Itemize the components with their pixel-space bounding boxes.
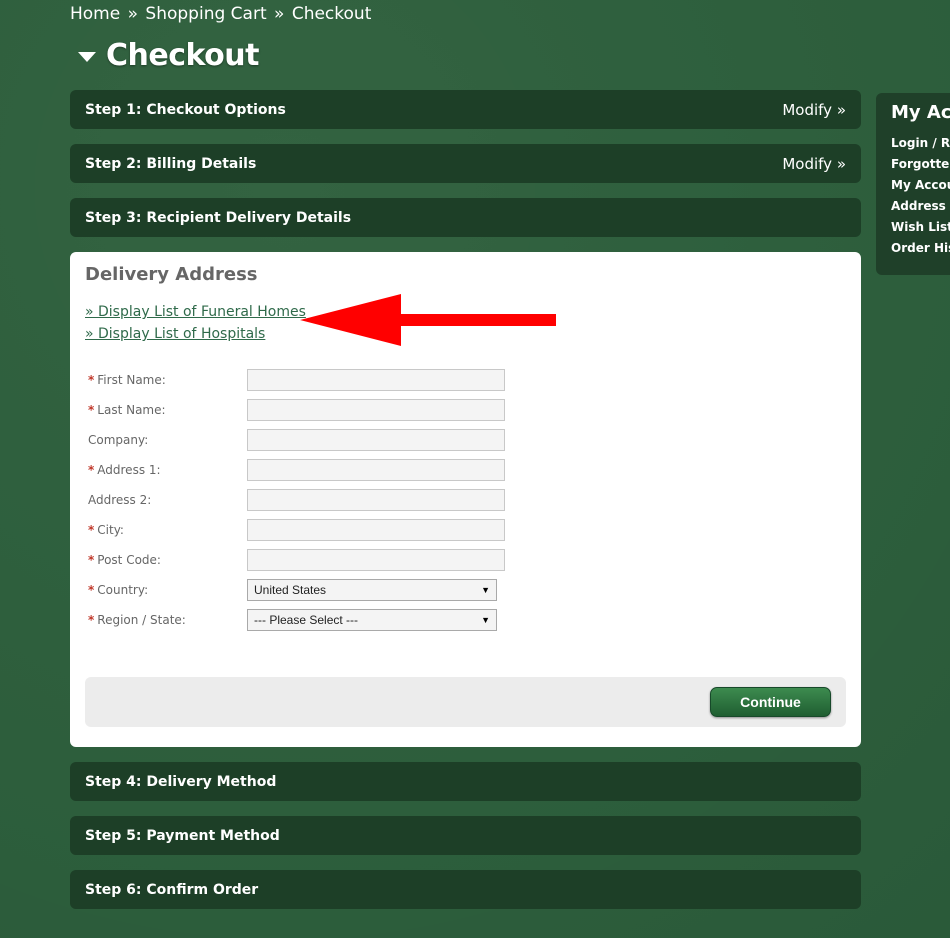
- address-2-row: Address 2:: [88, 489, 548, 511]
- step-5-bar: Step 5: Payment Method: [70, 816, 861, 855]
- breadcrumb: Home » Shopping Cart » Checkout: [70, 4, 371, 24]
- sidebar-title: My Account: [891, 102, 950, 123]
- account-sidebar: My Account Login / Register Forgotten Pa…: [876, 93, 950, 275]
- last-name-label-text: Last Name:: [97, 403, 166, 417]
- first-name-label-text: First Name:: [97, 373, 166, 387]
- sidebar-link-address-book[interactable]: Address Book: [891, 199, 950, 213]
- city-row: * City:: [88, 519, 548, 541]
- sidebar-link-order-history[interactable]: Order History: [891, 241, 950, 255]
- sidebar-link-my-account[interactable]: My Account: [891, 178, 950, 192]
- company-row: Company:: [88, 429, 548, 451]
- sidebar-item-forgotten-password[interactable]: Forgotten Password: [891, 157, 950, 178]
- step-5-label: Step 5: Payment Method: [85, 827, 280, 844]
- required-marker: *: [88, 373, 95, 387]
- last-name-input[interactable]: [247, 399, 505, 421]
- address-1-label-text: Address 1:: [97, 463, 161, 477]
- continue-button[interactable]: Continue: [710, 687, 831, 717]
- address-2-label-text: Address 2:: [88, 493, 152, 507]
- first-name-label: * First Name:: [88, 373, 247, 387]
- required-marker: *: [88, 523, 95, 537]
- page-title-row: Checkout: [78, 38, 259, 73]
- city-label: * City:: [88, 523, 247, 537]
- postcode-label-text: Post Code:: [97, 553, 161, 567]
- country-select[interactable]: United States ▼: [247, 579, 497, 601]
- step-1-label: Step 1: Checkout Options: [85, 101, 286, 118]
- company-label-text: Company:: [88, 433, 149, 447]
- step-2-bar[interactable]: Step 2: Billing Details Modify »: [70, 144, 861, 183]
- first-name-input[interactable]: [247, 369, 505, 391]
- step-6-label: Step 6: Confirm Order: [85, 881, 259, 898]
- step-2-modify-link[interactable]: Modify »: [782, 155, 846, 173]
- country-label-text: Country:: [97, 583, 149, 597]
- step-1-bar[interactable]: Step 1: Checkout Options Modify »: [70, 90, 861, 129]
- breadcrumb-shopping-cart[interactable]: Shopping Cart: [145, 4, 266, 24]
- breadcrumb-separator: »: [127, 4, 139, 24]
- red-arrow-icon: [300, 294, 556, 346]
- step-3-bar: Step 3: Recipient Delivery Details: [70, 198, 861, 237]
- country-row: * Country: United States ▼: [88, 579, 548, 601]
- address-1-input[interactable]: [247, 459, 505, 481]
- page-title: Checkout: [106, 38, 259, 73]
- sidebar-item-login[interactable]: Login / Register: [891, 136, 950, 157]
- required-marker: *: [88, 553, 95, 567]
- buttons-bar: Continue: [85, 677, 846, 727]
- required-marker: *: [88, 403, 95, 417]
- sidebar-item-my-account[interactable]: My Account: [891, 178, 950, 199]
- region-select-value: --- Please Select ---: [254, 613, 359, 627]
- sidebar-menu: Login / Register Forgotten Password My A…: [891, 136, 950, 262]
- region-row: * Region / State: --- Please Select --- ▼: [88, 609, 548, 631]
- sidebar-link-wish-list[interactable]: Wish List: [891, 220, 950, 234]
- country-select-value: United States: [254, 583, 327, 597]
- postcode-input[interactable]: [247, 549, 505, 571]
- breadcrumb-separator: »: [274, 4, 285, 24]
- company-label: Company:: [88, 433, 247, 447]
- sidebar-item-wish-list[interactable]: Wish List: [891, 220, 950, 241]
- required-marker: *: [88, 613, 95, 627]
- address-1-label: * Address 1:: [88, 463, 247, 477]
- required-marker: *: [88, 463, 95, 477]
- last-name-label: * Last Name:: [88, 403, 247, 417]
- address-2-input[interactable]: [247, 489, 505, 511]
- first-name-row: * First Name:: [88, 369, 548, 391]
- step-6-bar: Step 6: Confirm Order: [70, 870, 861, 909]
- address-2-label: Address 2:: [88, 493, 247, 507]
- step-1-modify-link[interactable]: Modify »: [782, 101, 846, 119]
- step-2-label: Step 2: Billing Details: [85, 155, 257, 172]
- step-4-label: Step 4: Delivery Method: [85, 773, 277, 790]
- postcode-label: * Post Code:: [88, 553, 247, 567]
- sidebar-link-forgotten-password[interactable]: Forgotten Password: [891, 157, 950, 171]
- required-marker: *: [88, 583, 95, 597]
- step-4-bar: Step 4: Delivery Method: [70, 762, 861, 801]
- caret-down-icon: [78, 51, 96, 62]
- sidebar-item-order-history[interactable]: Order History: [891, 241, 950, 262]
- postcode-row: * Post Code:: [88, 549, 548, 571]
- dropdown-arrow-icon: ▼: [481, 615, 490, 625]
- dropdown-arrow-icon: ▼: [481, 585, 490, 595]
- hospitals-link[interactable]: » Display List of Hospitals: [85, 326, 265, 342]
- region-label: * Region / State:: [88, 613, 247, 627]
- country-label: * Country:: [88, 583, 247, 597]
- sidebar-link-login[interactable]: Login / Register: [891, 136, 950, 150]
- city-input[interactable]: [247, 519, 505, 541]
- sidebar-item-address-book[interactable]: Address Book: [891, 199, 950, 220]
- breadcrumb-home[interactable]: Home: [70, 4, 120, 24]
- region-select[interactable]: --- Please Select --- ▼: [247, 609, 497, 631]
- step-3-label: Step 3: Recipient Delivery Details: [85, 209, 352, 226]
- delivery-address-heading: Delivery Address: [85, 264, 258, 285]
- last-name-row: * Last Name:: [88, 399, 548, 421]
- breadcrumb-checkout[interactable]: Checkout: [292, 4, 372, 24]
- address-1-row: * Address 1:: [88, 459, 548, 481]
- region-label-text: Region / State:: [97, 613, 186, 627]
- funeral-homes-link[interactable]: » Display List of Funeral Homes: [85, 304, 306, 320]
- company-input[interactable]: [247, 429, 505, 451]
- city-label-text: City:: [97, 523, 124, 537]
